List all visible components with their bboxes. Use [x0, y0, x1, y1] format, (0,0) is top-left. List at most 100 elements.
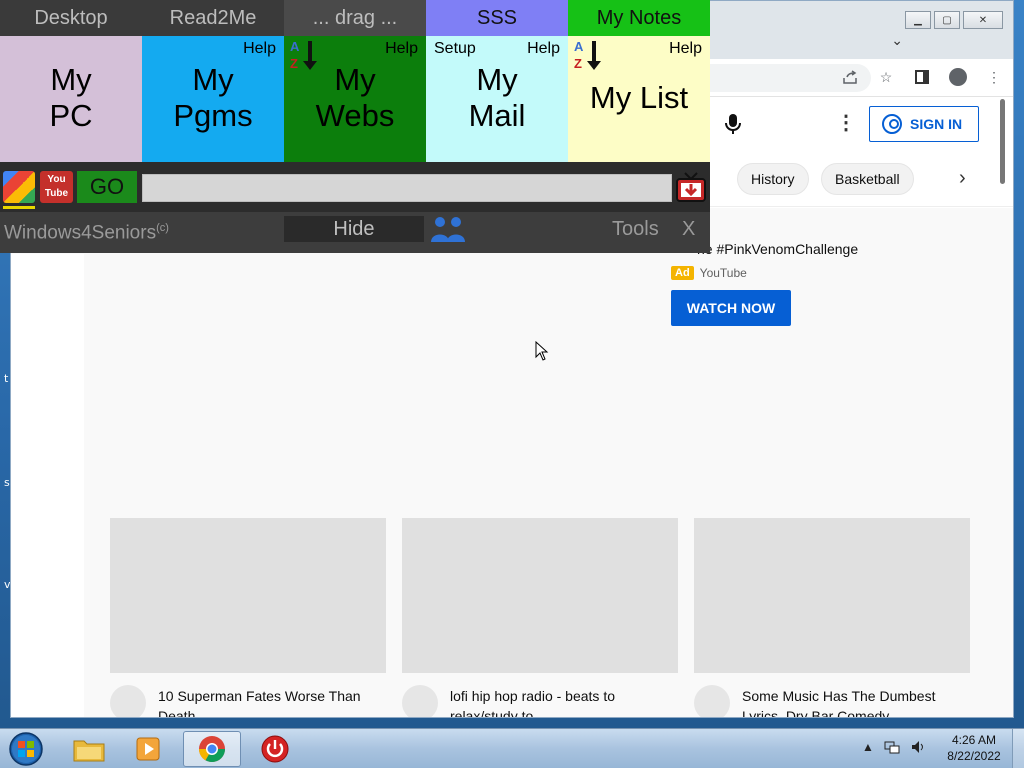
- tray-expand-icon[interactable]: ▲: [862, 740, 874, 754]
- taskbar: ▲ 4:26 AM 8/22/2022: [0, 728, 1024, 768]
- tile-label-line: My: [192, 62, 234, 97]
- tile-my-list[interactable]: A Z Help My List: [568, 36, 710, 162]
- brand-copyright: (c): [156, 222, 169, 234]
- ad-title[interactable]: he #PinkVenomChallenge: [697, 241, 858, 257]
- setup-link[interactable]: Setup: [434, 40, 476, 58]
- close-window-button[interactable]: ✕: [963, 11, 1003, 29]
- sign-in-label: SIGN IN: [910, 116, 963, 132]
- taskbar-explorer[interactable]: [60, 731, 118, 767]
- chip-history[interactable]: History: [737, 163, 809, 195]
- chrome-icon: [198, 736, 226, 763]
- ad-meta: Ad YouTube: [671, 266, 747, 280]
- tile-label-line: Mail: [468, 98, 526, 133]
- tile-label: My List: [589, 80, 689, 115]
- help-link[interactable]: Help: [527, 40, 560, 58]
- hide-button[interactable]: Hide: [284, 216, 424, 242]
- drag-handle[interactable]: ... drag ...: [284, 0, 426, 36]
- window-controls: ▁ ▢ ✕: [905, 11, 1003, 29]
- video-title[interactable]: 10 Superman Fates Worse Than Death: [158, 686, 368, 717]
- tab-my-notes[interactable]: My Notes: [568, 0, 710, 36]
- sort-az-icon[interactable]: A Z: [572, 38, 602, 72]
- microphone-icon[interactable]: [723, 112, 743, 136]
- tab-desktop[interactable]: Desktop: [0, 0, 142, 36]
- close-launcher-button[interactable]: X: [682, 218, 695, 241]
- go-button[interactable]: GO: [77, 171, 137, 203]
- desktop-edge-char: t: [4, 372, 9, 385]
- tv-download-icon[interactable]: [675, 171, 707, 203]
- folder-icon: [73, 740, 105, 762]
- chip-basketball[interactable]: Basketball: [821, 163, 914, 195]
- channel-avatar[interactable]: [694, 685, 730, 717]
- page-scrollbar[interactable]: [1000, 99, 1005, 184]
- svg-text:A: A: [574, 39, 584, 54]
- tile-my-mail[interactable]: Setup Help My Mail: [426, 36, 568, 162]
- tile-my-pc[interactable]: My PC: [0, 36, 142, 162]
- tile-label-line: Webs: [315, 98, 395, 133]
- channel-avatar[interactable]: [110, 685, 146, 717]
- video-title[interactable]: Some Music Has The Dumbest Lyrics, Dry B…: [742, 686, 952, 717]
- ad-channel[interactable]: YouTube: [700, 266, 747, 280]
- star-icon[interactable]: ☆: [877, 68, 895, 86]
- video-thumbnail[interactable]: [694, 518, 970, 673]
- search-input[interactable]: [142, 174, 672, 202]
- svg-text:A: A: [290, 39, 300, 54]
- start-button[interactable]: [6, 731, 46, 767]
- power-icon: [261, 735, 289, 763]
- tile-label-line: My: [476, 62, 518, 97]
- help-link[interactable]: Help: [669, 40, 702, 58]
- tile-label: My Webs: [284, 62, 426, 134]
- youtube-icon[interactable]: You Tube: [40, 171, 73, 203]
- video-thumbnail[interactable]: [110, 518, 386, 673]
- brand-label[interactable]: Windows4Seniors(c): [4, 222, 169, 244]
- tab-search-chevron-icon[interactable]: ⌄: [891, 32, 903, 49]
- taskbar-media-player[interactable]: [120, 731, 178, 767]
- launcher-footer: Windows4Seniors(c) Hide Tools X: [0, 212, 710, 253]
- desktop-edge-char: s: [4, 476, 10, 489]
- menu-icon[interactable]: ⋮: [985, 68, 1003, 86]
- left-rail: [11, 254, 84, 717]
- sidepanel-icon[interactable]: [913, 68, 931, 86]
- system-tray: ▲: [862, 739, 926, 755]
- tile-label-line: PC: [49, 98, 93, 133]
- volume-icon[interactable]: [910, 739, 926, 755]
- watch-now-button[interactable]: WATCH NOW: [671, 290, 791, 326]
- video-thumbnail[interactable]: [402, 518, 678, 673]
- brand-name: Windows4Seniors: [4, 222, 157, 244]
- selected-engine-indicator: [3, 206, 35, 209]
- channel-avatar[interactable]: [402, 685, 438, 717]
- google-icon[interactable]: [3, 171, 35, 203]
- profile-icon[interactable]: [949, 68, 967, 86]
- tile-label: My PC: [0, 62, 142, 134]
- svg-text:Z: Z: [574, 56, 582, 71]
- tab-read2me[interactable]: Read2Me: [142, 0, 284, 36]
- help-link[interactable]: Help: [243, 40, 276, 58]
- tab-sss[interactable]: SSS: [426, 0, 568, 36]
- ad-badge: Ad: [671, 266, 694, 280]
- tile-my-pgms[interactable]: Help My Pgms: [142, 36, 284, 162]
- sign-in-button[interactable]: SIGN IN: [869, 106, 979, 142]
- restore-button[interactable]: ▢: [934, 11, 960, 29]
- tile-label: My Mail: [426, 62, 568, 134]
- browser-toolbar-icons: ☆ ⋮: [841, 68, 1003, 86]
- show-desktop-button[interactable]: [1012, 729, 1024, 768]
- taskbar-chrome[interactable]: [183, 731, 241, 767]
- account-icon: [882, 114, 902, 134]
- share-icon[interactable]: [841, 68, 859, 86]
- minimize-button[interactable]: ▁: [905, 11, 931, 29]
- video-title[interactable]: lofi hip hop radio - beats to relax/stud…: [450, 686, 660, 717]
- tile-label-line: My: [50, 62, 92, 97]
- chevron-right-icon[interactable]: ›: [959, 167, 966, 190]
- network-icon[interactable]: [884, 739, 900, 755]
- tile-label-line: Pgms: [173, 98, 253, 133]
- mouse-cursor-icon: [535, 341, 549, 361]
- windows4seniors-launcher: Desktop Read2Me ... drag ... SSS My Note…: [0, 0, 710, 253]
- settings-kebab-icon[interactable]: ⋮: [836, 110, 856, 135]
- people-icon[interactable]: [428, 215, 468, 243]
- clock-time: 4:26 AM: [951, 733, 997, 747]
- tools-button[interactable]: Tools: [612, 218, 659, 241]
- tile-my-webs[interactable]: A Z Help My Webs: [284, 36, 426, 162]
- taskbar-clock[interactable]: 4:26 AM 8/22/2022: [944, 732, 1004, 764]
- taskbar-shutdown[interactable]: [246, 731, 304, 767]
- tile-label: My Pgms: [142, 62, 284, 134]
- help-link[interactable]: Help: [385, 40, 418, 58]
